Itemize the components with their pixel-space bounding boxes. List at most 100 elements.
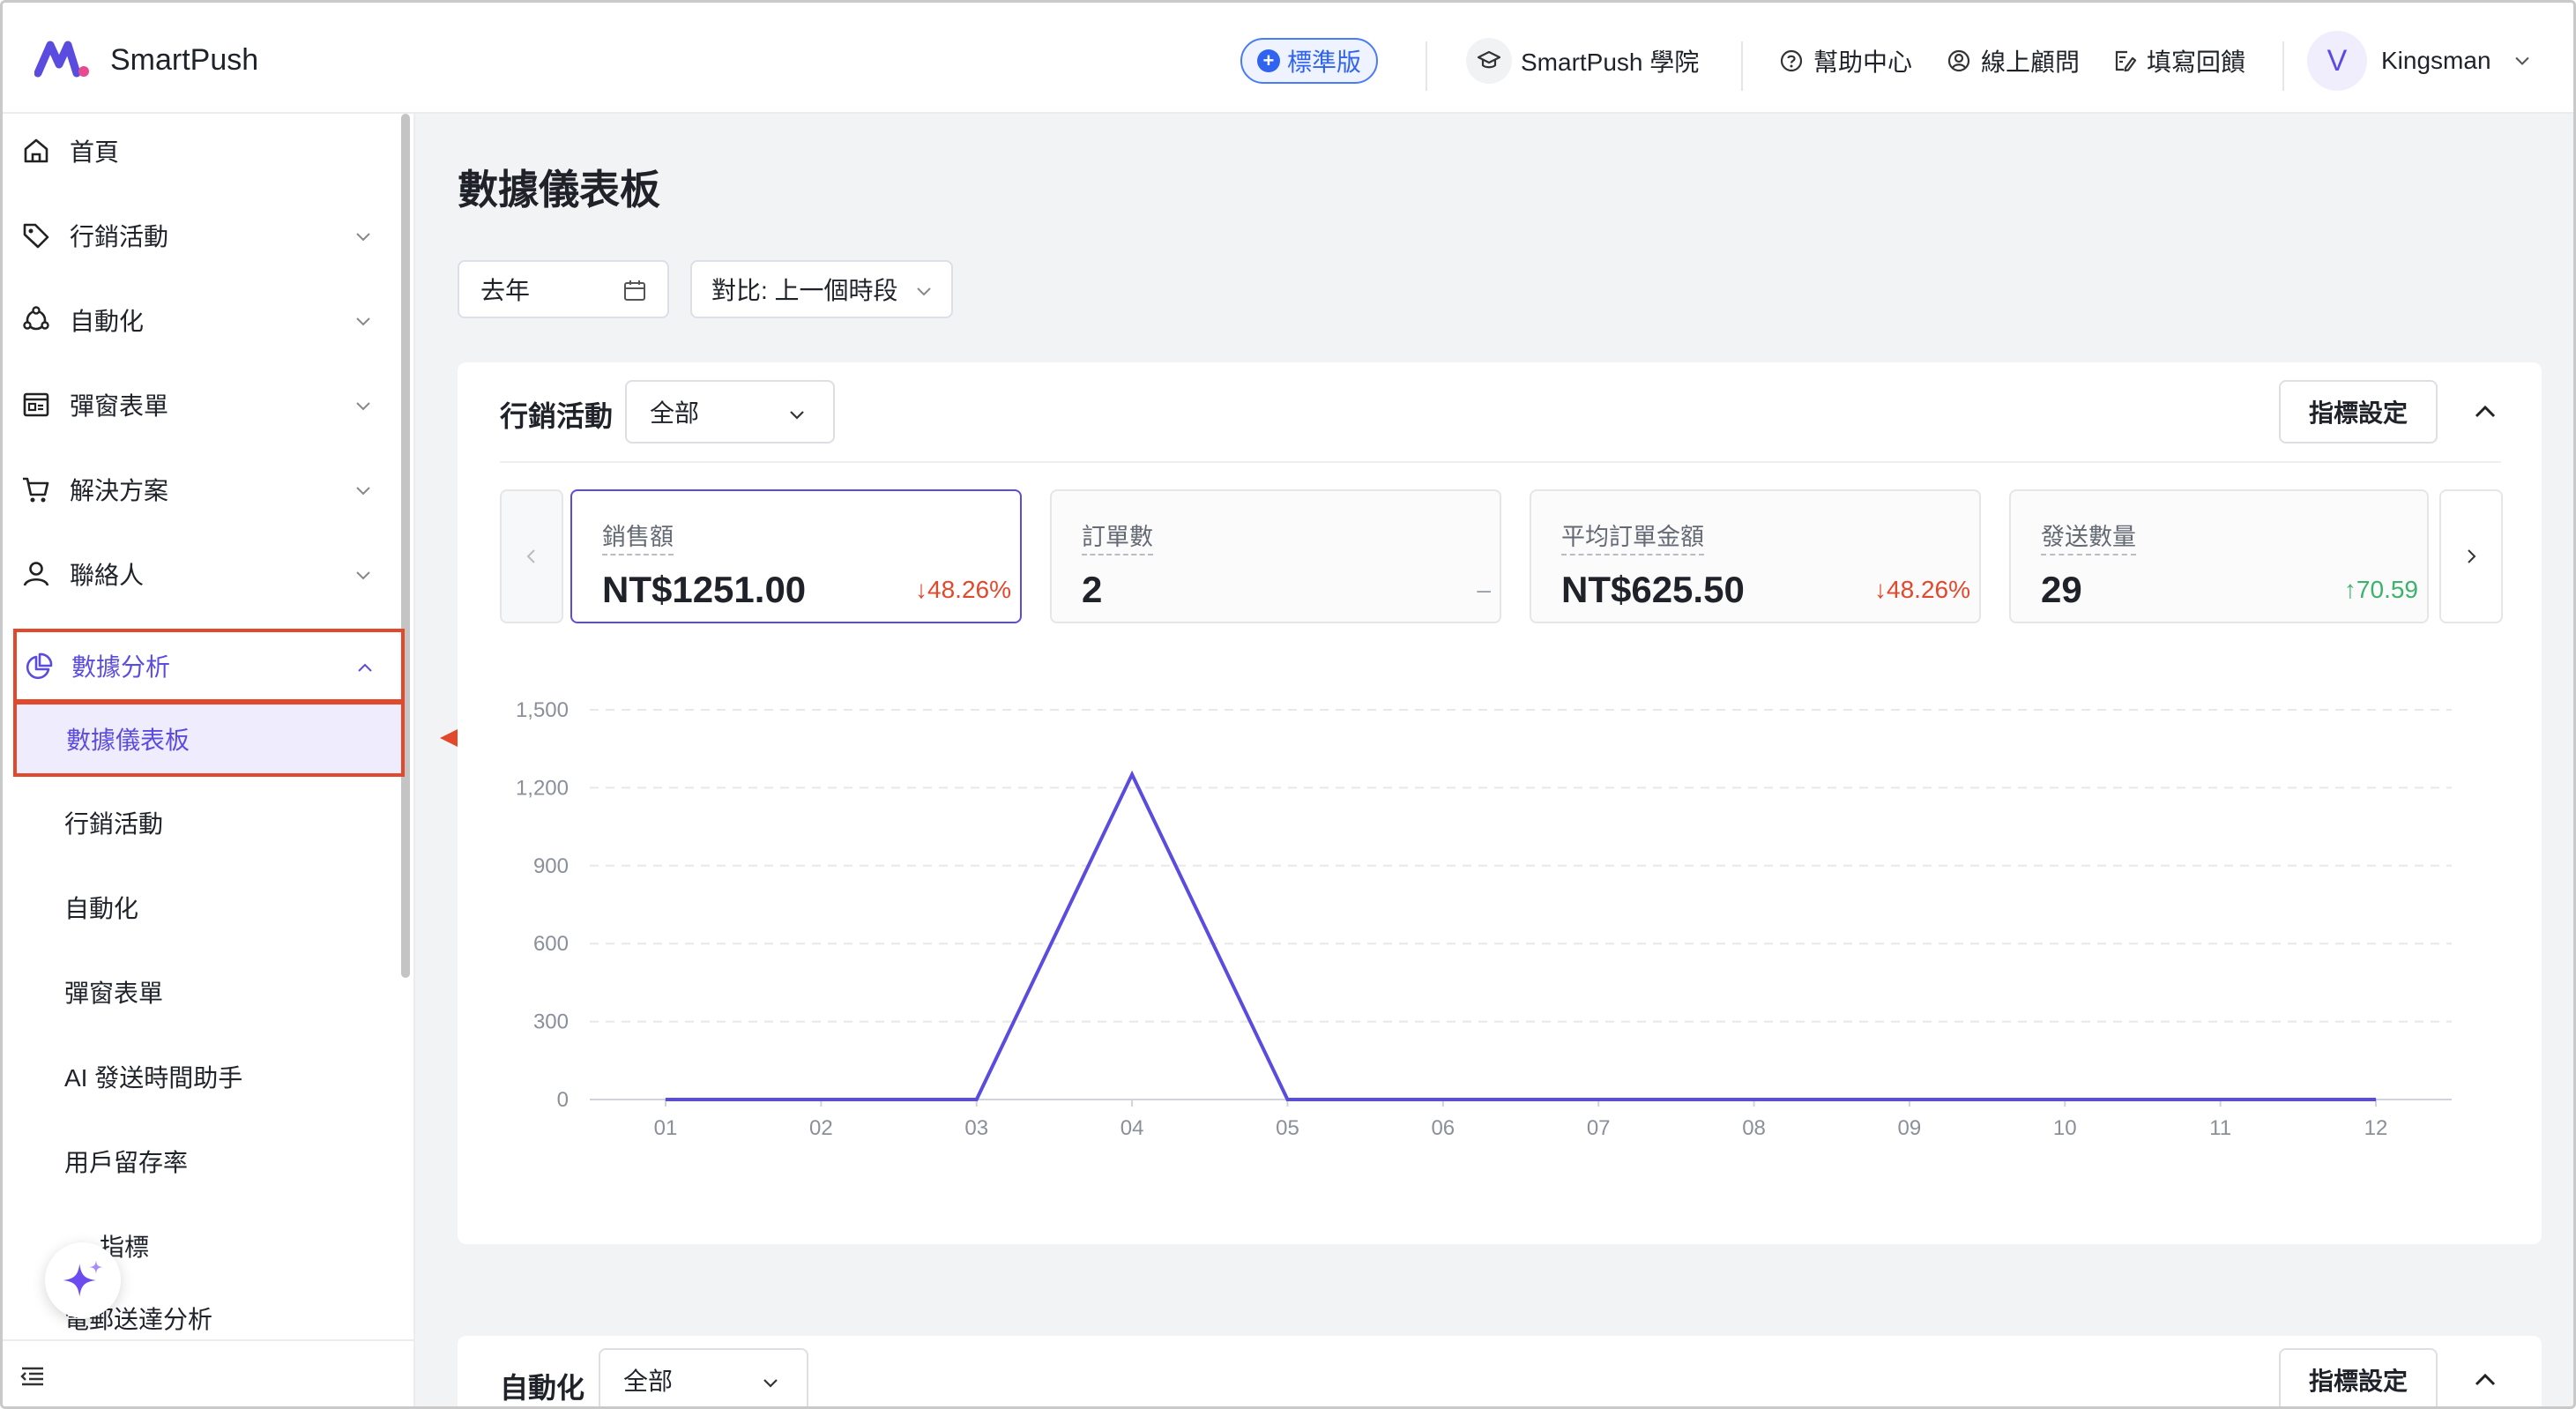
help-circle-icon [1780, 49, 1803, 72]
user-circle-icon [1947, 49, 1970, 72]
form-icon [23, 392, 49, 417]
y-tick-label: 0 [557, 1088, 569, 1112]
pie-chart-icon [26, 652, 53, 680]
x-tick-label: 01 [654, 1116, 678, 1140]
edit-note-icon [2115, 50, 2137, 72]
sidebar-subitem-label: AI 發送時間助手 [64, 1064, 243, 1092]
kpi-change: – [1477, 576, 1491, 603]
academy-link[interactable]: SmartPush 學院 [1466, 38, 1699, 84]
kpi-label: 訂單數 [1082, 518, 1153, 555]
smartpush-logo-icon[interactable] [34, 38, 93, 80]
y-tick-label: 300 [533, 1010, 569, 1034]
sidebar-item-automation[interactable]: 自動化 [3, 285, 403, 355]
date-range-picker[interactable]: 去年 [458, 260, 669, 318]
x-tick-label: 08 [1742, 1116, 1766, 1140]
chevron-down-icon [356, 571, 370, 580]
y-tick-label: 1,200 [516, 776, 569, 800]
sidebar-item-solutions[interactable]: 解決方案 [3, 454, 403, 525]
sidebar-subitem-automation[interactable]: 自動化 [3, 872, 403, 943]
campaign-filter-value: 全部 [650, 399, 700, 427]
x-tick-label: 11 [2209, 1116, 2231, 1140]
online-consultant-link[interactable]: 線上顧問 [1946, 38, 2080, 84]
sidebar-item-label: 自動化 [70, 308, 145, 335]
chevron-up-icon[interactable] [2469, 1364, 2501, 1396]
kpi-label: 銷售額 [602, 518, 674, 555]
feedback-link[interactable]: 填寫回饋 [2111, 38, 2245, 84]
kpi-value: 29 [2041, 569, 2082, 610]
x-tick-label: 10 [2053, 1116, 2077, 1140]
header-divider [2282, 41, 2284, 91]
sidebar-subitem-marketing[interactable]: 行銷活動 [3, 787, 403, 858]
kpi-card-avg-order-value[interactable]: 平均訂單金額 NT$625.50 ↓48.26% [1530, 489, 1981, 623]
chevron-down-icon [2514, 56, 2529, 65]
plus-icon: + [1256, 49, 1280, 72]
collapse-sidebar-icon[interactable] [19, 1362, 47, 1390]
x-tick-label: 07 [1587, 1116, 1611, 1140]
x-tick-label: 03 [964, 1116, 988, 1140]
metric-settings-button[interactable]: 指標設定 [2279, 1348, 2438, 1406]
sidebar-subitem-retention[interactable]: 用戶留存率 [3, 1126, 403, 1197]
kpi-label: 平均訂單金額 [1561, 518, 1704, 555]
kpi-card-sales[interactable]: 銷售額 NT$1251.00 ↓48.26% [570, 489, 1022, 623]
automation-filter-value: 全部 [623, 1368, 674, 1395]
sidebar-subitem-dashboard[interactable]: 數據儀表板 [13, 701, 405, 777]
avatar: V [2307, 31, 2367, 91]
user-menu[interactable]: V Kingsman [2307, 31, 2534, 91]
page-title: 數據儀表板 [458, 167, 660, 212]
cart-icon [23, 477, 49, 503]
ai-assistant-button[interactable] [45, 1242, 121, 1318]
chevron-down-icon [763, 1379, 778, 1388]
automation-filter-select[interactable]: 全部 [599, 1348, 808, 1406]
chevron-down-icon [356, 233, 370, 242]
campaign-filter-select[interactable]: 全部 [625, 380, 835, 444]
automation-card: 自動化 全部 指標設定 [458, 1336, 2542, 1406]
app-window: SmartPush + 標準版 SmartPush 學院 幫助中心 線上顧問 填… [0, 0, 2576, 1409]
kpi-card-send-count[interactable]: 發送數量 29 ↑70.59 [2009, 489, 2429, 623]
sidebar-subitem-label: 自動化 [64, 895, 139, 922]
kpi-change: ↑70.59 [2343, 576, 2418, 603]
kpi-change: ↓48.26% [915, 576, 1011, 603]
sidebar-subitem-ai-send-time[interactable]: AI 發送時間助手 [3, 1041, 403, 1112]
chevron-up-icon[interactable] [2469, 396, 2501, 428]
marketing-card: 行銷活動 全部 指標設定 銷售額 NT$1251.00 ↓48.26% 訂單數 … [458, 362, 2542, 1244]
sidebar-subitem-label: 用戶留存率 [64, 1149, 189, 1176]
series-line [666, 770, 2376, 1101]
sidebar-item-contacts[interactable]: 聯絡人 [3, 539, 403, 609]
sales-line-chart: 0 300 600 900 1,200 1,500 01 02 03 04 05 06 07 08 09 10… [516, 698, 2452, 1140]
academy-label: SmartPush 學院 [1521, 48, 1700, 76]
sidebar-item-label: 聯絡人 [70, 562, 145, 589]
help-center-link[interactable]: 幫助中心 [1778, 38, 1912, 84]
x-tick-label: 06 [1431, 1116, 1455, 1140]
sidebar-item-analytics[interactable]: 數據分析 [13, 629, 405, 703]
card-title: 自動化 [500, 1372, 585, 1404]
compare-period-value: 對比: 上一個時段 [711, 277, 898, 304]
chevron-down-icon [790, 411, 804, 420]
sidebar-subitem-label: 彈窗表單 [64, 980, 164, 1007]
plan-badge[interactable]: + 標準版 [1240, 38, 1378, 84]
x-tick-label: 04 [1120, 1116, 1144, 1140]
data-point [1131, 773, 1133, 775]
user-name: Kingsman [2381, 47, 2491, 74]
graduation-cap-icon [1466, 38, 1512, 84]
sidebar-subitem-label: 數據儀表板 [66, 727, 190, 754]
header-divider [1741, 41, 1743, 91]
sidebar-footer [3, 1339, 413, 1406]
kpi-prev-button[interactable] [500, 489, 563, 623]
sidebar-item-popup-forms[interactable]: 彈窗表單 [3, 369, 403, 440]
main-content: 數據儀表板 去年 對比: 上一個時段 行銷活動 全部 指標設定 銷售額 NT$1… [417, 114, 2573, 1406]
user-icon [23, 562, 49, 586]
help-center-label: 幫助中心 [1813, 48, 1913, 76]
kpi-card-orders[interactable]: 訂單數 2 – [1050, 489, 1501, 623]
sparkle-icon [63, 1260, 103, 1297]
kpi-change: ↓48.26% [1874, 576, 1970, 603]
sidebar-item-marketing[interactable]: 行銷活動 [3, 200, 403, 271]
card-divider [500, 461, 2501, 463]
compare-period-select[interactable]: 對比: 上一個時段 [690, 260, 953, 318]
sidebar-subitem-popup-forms[interactable]: 彈窗表單 [3, 957, 403, 1027]
calendar-icon [624, 280, 645, 301]
metric-settings-button[interactable]: 指標設定 [2279, 380, 2438, 444]
home-icon [24, 138, 48, 163]
kpi-next-button[interactable] [2439, 489, 2503, 623]
sidebar-item-home[interactable]: 首頁 [3, 116, 403, 186]
date-range-value: 去年 [480, 277, 531, 304]
